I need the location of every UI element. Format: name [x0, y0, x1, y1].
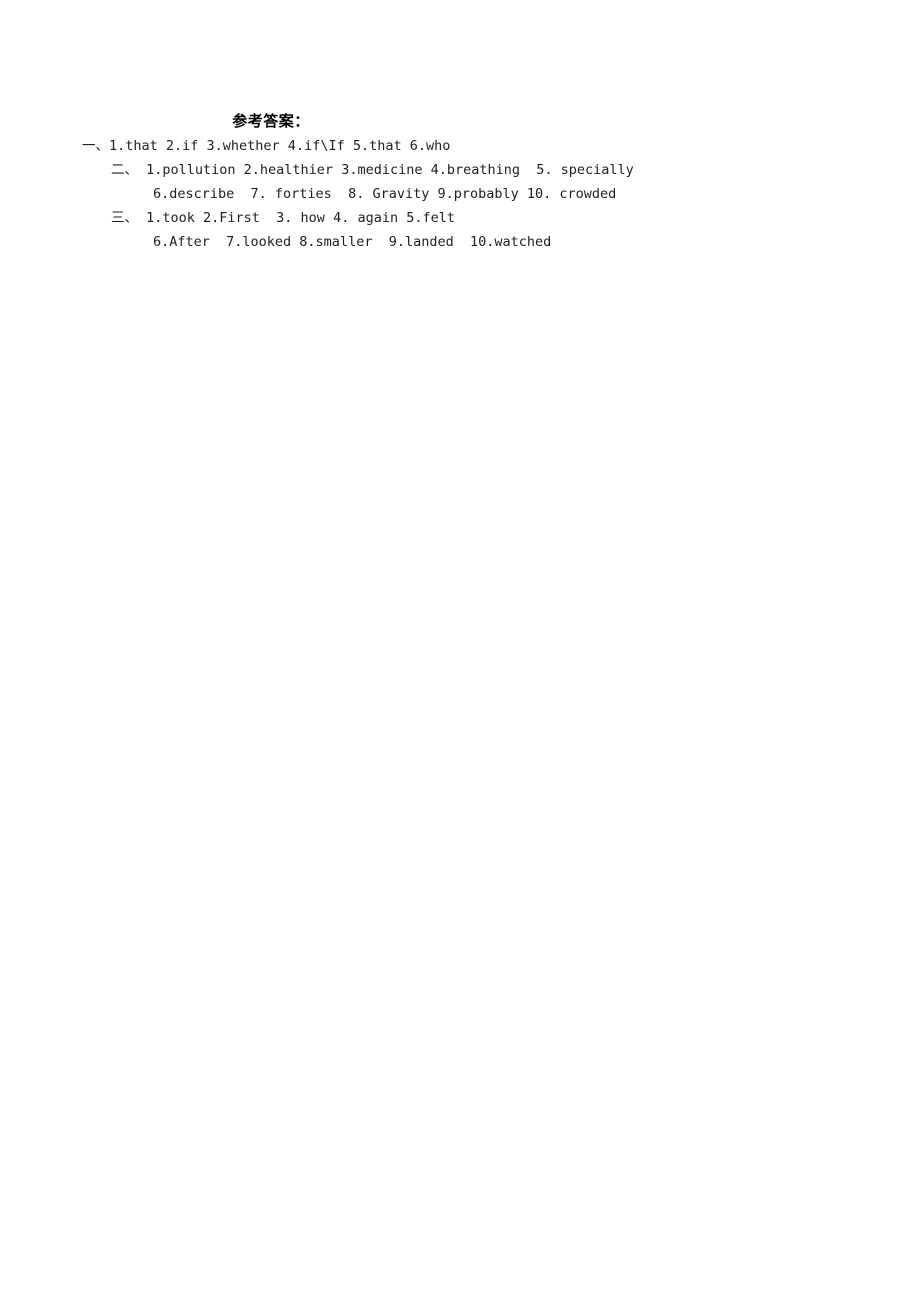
- answer-line-section-3: 三、 1.took 2.First 3. how 4. again 5.felt: [0, 206, 920, 230]
- section-2-answers-part-2: 6.describe 7. forties 8. Gravity 9.proba…: [153, 186, 617, 202]
- section-3-answers-part-1: 1.took 2.First 3. how 4. again 5.felt: [138, 210, 455, 226]
- section-1-answers: 1.that 2.if 3.whether 4.if\If 5.that 6.w…: [109, 138, 451, 154]
- document-page: 参考答案： 一、1.that 2.if 3.whether 4.if\If 5.…: [0, 0, 920, 1302]
- answer-line-section-1: 一、1.that 2.if 3.whether 4.if\If 5.that 6…: [0, 134, 920, 158]
- answer-line-section-3-continued: 6.After 7.looked 8.smaller 9.landed 10.w…: [0, 230, 920, 254]
- answer-line-section-2-continued: 6.describe 7. forties 8. Gravity 9.proba…: [0, 182, 920, 206]
- section-marker-three: 三、: [111, 210, 138, 226]
- answer-line-section-2: 二、 1.pollution 2.healthier 3.medicine 4.…: [0, 158, 920, 182]
- section-marker-one: 一、: [82, 138, 109, 154]
- section-3-answers-part-2: 6.After 7.looked 8.smaller 9.landed 10.w…: [153, 234, 552, 250]
- section-2-answers-part-1: 1.pollution 2.healthier 3.medicine 4.bre…: [138, 162, 634, 178]
- answer-key-body: 一、1.that 2.if 3.whether 4.if\If 5.that 6…: [0, 134, 920, 254]
- page-title: 参考答案：: [232, 112, 310, 130]
- section-marker-two: 二、: [111, 162, 138, 178]
